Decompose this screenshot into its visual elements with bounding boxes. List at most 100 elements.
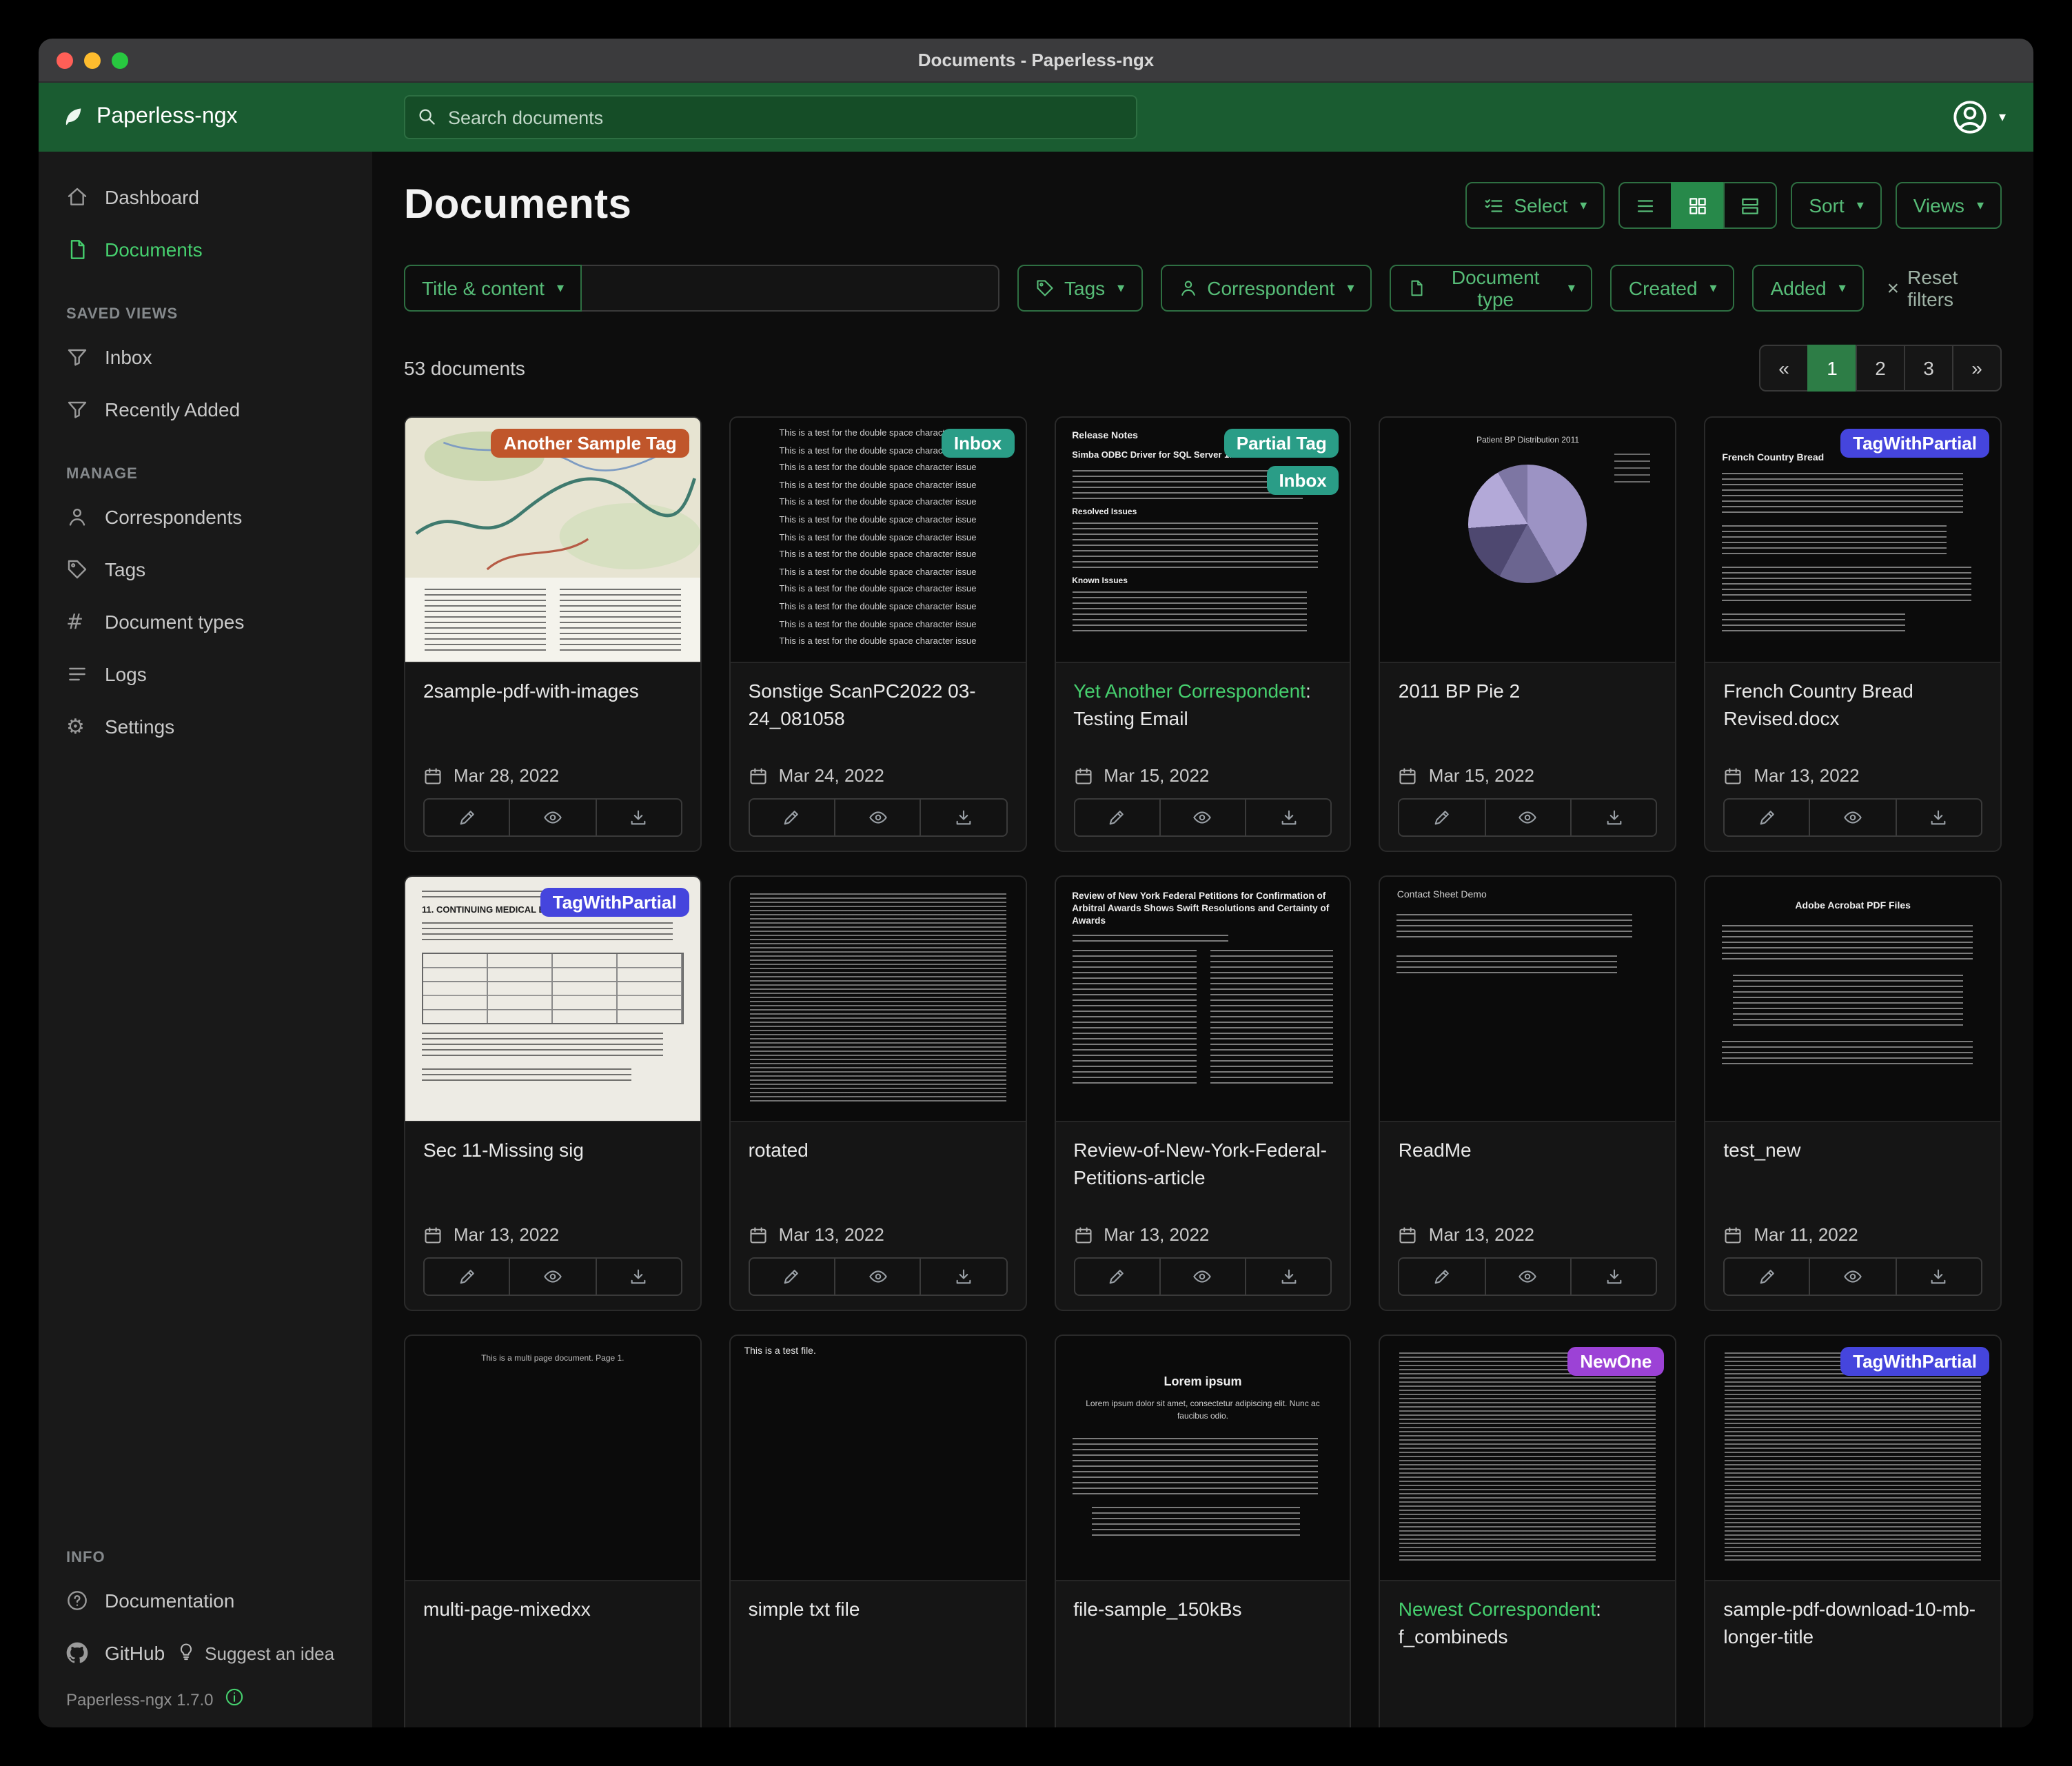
- sidebar-item-dashboard[interactable]: Dashboard: [39, 171, 372, 223]
- sidebar-item-settings[interactable]: ⚙ Settings: [39, 700, 372, 753]
- sidebar-item-suggest-idea[interactable]: Suggest an idea: [176, 1641, 334, 1665]
- edit-button[interactable]: [423, 798, 511, 837]
- brand[interactable]: Paperless-ngx: [39, 105, 238, 130]
- download-button[interactable]: [595, 1257, 682, 1296]
- document-title[interactable]: 2011 BP Pie 2: [1399, 678, 1658, 733]
- download-button[interactable]: [1570, 1257, 1658, 1296]
- pagination-next-button[interactable]: »: [1952, 345, 2002, 392]
- sidebar-item-github[interactable]: GitHub: [39, 1627, 176, 1679]
- view-button[interactable]: [1159, 1257, 1247, 1296]
- view-button[interactable]: [1484, 1257, 1572, 1296]
- close-button[interactable]: [57, 52, 73, 68]
- view-button[interactable]: [1159, 798, 1247, 837]
- view-button[interactable]: [509, 1257, 597, 1296]
- tag-badge[interactable]: Partial Tag: [1224, 429, 1339, 458]
- document-thumbnail[interactable]: This is a test for the double space char…: [731, 418, 1026, 663]
- filter-added-dropdown[interactable]: Added ▾: [1753, 265, 1864, 312]
- tag-badge[interactable]: TagWithPartial: [1840, 429, 1989, 458]
- sidebar-item-tags[interactable]: Tags: [39, 543, 372, 596]
- filter-title-content-dropdown[interactable]: Title & content ▾: [404, 265, 582, 312]
- view-button[interactable]: [1809, 798, 1897, 837]
- tag-badge[interactable]: Inbox: [942, 429, 1014, 458]
- document-title[interactable]: Yet Another Correspondent: Testing Email: [1073, 678, 1332, 733]
- document-title[interactable]: Newest Correspondent: f_combineds: [1399, 1596, 1658, 1652]
- filter-correspondent-dropdown[interactable]: Correspondent ▾: [1160, 265, 1372, 312]
- document-thumbnail[interactable]: This is a multi page document. Page 1.: [405, 1336, 700, 1581]
- view-button[interactable]: [509, 798, 597, 837]
- document-title[interactable]: simple txt file: [749, 1596, 1008, 1652]
- sidebar-item-documents[interactable]: Documents: [39, 223, 372, 276]
- tag-badge[interactable]: NewOne: [1567, 1347, 1664, 1376]
- download-button[interactable]: [1245, 1257, 1332, 1296]
- document-title[interactable]: ReadMe: [1399, 1137, 1658, 1192]
- document-title[interactable]: multi-page-mixedxx: [423, 1596, 682, 1652]
- edit-button[interactable]: [1073, 1257, 1161, 1296]
- document-thumbnail[interactable]: Release Notes Simba ODBC Driver for SQL …: [1055, 418, 1350, 663]
- pagination-prev-button[interactable]: «: [1759, 345, 1809, 392]
- download-button[interactable]: [1895, 798, 1982, 837]
- document-thumbnail[interactable]: Review of New York Federal Petitions for…: [1055, 877, 1350, 1122]
- tag-badge[interactable]: Another Sample Tag: [491, 429, 689, 458]
- tag-badge[interactable]: TagWithPartial: [540, 888, 689, 917]
- edit-button[interactable]: [749, 798, 836, 837]
- document-thumbnail[interactable]: TagWithPartial: [1705, 1336, 2000, 1581]
- document-title[interactable]: rotated: [749, 1137, 1008, 1192]
- detail-view-button[interactable]: [1723, 182, 1777, 229]
- download-button[interactable]: [595, 798, 682, 837]
- document-thumbnail[interactable]: Adobe Acrobat PDF Files: [1705, 877, 2000, 1122]
- sidebar-item-inbox[interactable]: Inbox: [39, 331, 372, 383]
- document-title[interactable]: test_new: [1723, 1137, 1982, 1192]
- edit-button[interactable]: [423, 1257, 511, 1296]
- edit-button[interactable]: [1723, 1257, 1811, 1296]
- download-button[interactable]: [1895, 1257, 1982, 1296]
- tag-badge[interactable]: TagWithPartial: [1840, 1347, 1989, 1376]
- download-button[interactable]: [920, 1257, 1008, 1296]
- view-button[interactable]: [834, 1257, 922, 1296]
- document-title[interactable]: sample-pdf-download-10-mb-longer-title: [1723, 1596, 1982, 1652]
- document-title[interactable]: Sonstige ScanPC2022 03-24_081058: [749, 678, 1008, 733]
- sidebar-item-document-types[interactable]: # Document types: [39, 596, 372, 648]
- grid-view-button[interactable]: [1671, 182, 1725, 229]
- document-thumbnail[interactable]: [731, 877, 1026, 1122]
- sort-dropdown[interactable]: Sort ▾: [1791, 182, 1881, 229]
- document-title[interactable]: file-sample_150kBs: [1073, 1596, 1332, 1652]
- sidebar-item-correspondents[interactable]: Correspondents: [39, 491, 372, 543]
- reset-filters-button[interactable]: × Reset filters: [1887, 266, 2002, 310]
- document-thumbnail[interactable]: Lorem ipsum Lorem ipsum dolor sit amet, …: [1055, 1336, 1350, 1581]
- document-thumbnail[interactable]: Another Sample Tag: [405, 418, 700, 663]
- view-button[interactable]: [834, 798, 922, 837]
- search-input[interactable]: [404, 95, 1137, 139]
- edit-button[interactable]: [1399, 798, 1486, 837]
- document-title[interactable]: French Country Bread Revised.docx: [1723, 678, 1982, 733]
- document-thumbnail[interactable]: This is a test file.: [731, 1336, 1026, 1581]
- edit-button[interactable]: [1399, 1257, 1486, 1296]
- select-dropdown[interactable]: Select ▾: [1465, 182, 1605, 229]
- pagination-page-button[interactable]: 1: [1807, 345, 1857, 392]
- views-dropdown[interactable]: Views ▾: [1896, 182, 2002, 229]
- document-title[interactable]: Sec 11-Missing sig: [423, 1137, 682, 1192]
- zoom-button[interactable]: [112, 52, 128, 68]
- sidebar-item-logs[interactable]: Logs: [39, 648, 372, 700]
- pagination-page-button[interactable]: 2: [1856, 345, 1905, 392]
- tag-badge[interactable]: Inbox: [1266, 466, 1339, 495]
- table-view-button[interactable]: [1618, 182, 1672, 229]
- edit-button[interactable]: [749, 1257, 836, 1296]
- view-button[interactable]: [1809, 1257, 1897, 1296]
- minimize-button[interactable]: [84, 52, 101, 68]
- pagination-page-button[interactable]: 3: [1904, 345, 1953, 392]
- correspondent-link[interactable]: Yet Another Correspondent: [1073, 680, 1306, 702]
- document-thumbnail[interactable]: 11. CONTINUING MEDICAL EDUCA TagWithPart…: [405, 877, 700, 1122]
- view-button[interactable]: [1484, 798, 1572, 837]
- title-content-filter-input[interactable]: [582, 265, 999, 312]
- sidebar-item-documentation[interactable]: Documentation: [39, 1574, 372, 1627]
- user-menu[interactable]: ▾: [1952, 83, 2006, 152]
- document-thumbnail[interactable]: NewOne: [1381, 1336, 1676, 1581]
- document-thumbnail[interactable]: Contact Sheet Demo: [1381, 877, 1676, 1122]
- info-circle-icon[interactable]: [224, 1687, 243, 1711]
- document-thumbnail[interactable]: Patient BP Distribution 2011: [1381, 418, 1676, 663]
- edit-button[interactable]: [1723, 798, 1811, 837]
- document-title[interactable]: 2sample-pdf-with-images: [423, 678, 682, 733]
- edit-button[interactable]: [1073, 798, 1161, 837]
- filter-created-dropdown[interactable]: Created ▾: [1611, 265, 1735, 312]
- filter-tags-dropdown[interactable]: Tags ▾: [1017, 265, 1142, 312]
